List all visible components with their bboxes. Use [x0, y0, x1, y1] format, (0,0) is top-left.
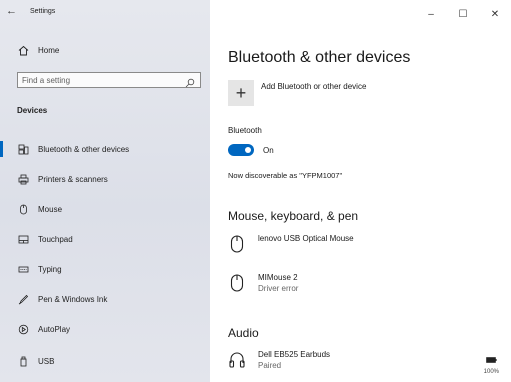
sidebar-item-label: USB: [38, 356, 55, 366]
sidebar-item-label: Touchpad: [38, 234, 73, 244]
bluetooth-state: On: [263, 146, 274, 155]
pen-icon: [17, 293, 29, 305]
search-box[interactable]: [17, 72, 201, 88]
back-arrow-icon[interactable]: ←: [6, 5, 17, 17]
device-item[interactable]: MIMouse 2 Driver error: [228, 273, 298, 293]
group-title-audio: Audio: [228, 326, 259, 340]
device-status: Paired: [258, 361, 282, 370]
sidebar-item-label: Bluetooth & other devices: [38, 144, 130, 154]
autoplay-icon: [17, 323, 29, 335]
bluetooth-toggle[interactable]: [228, 144, 254, 156]
battery-indicator: 100%: [484, 350, 499, 375]
home-icon: [17, 44, 29, 56]
app-title: Settings: [30, 8, 56, 15]
sidebar-item-mouse[interactable]: Mouse: [0, 198, 210, 220]
section-title-devices: Devices: [17, 106, 48, 115]
titlebar: ← Settings: [0, 0, 210, 28]
sidebar-item-printers[interactable]: Printers & scanners: [0, 168, 210, 190]
sidebar-item-touchpad[interactable]: Touchpad: [0, 228, 210, 250]
sidebar-item-bluetooth[interactable]: Bluetooth & other devices: [0, 138, 210, 160]
add-device-label: Add Bluetooth or other device: [261, 82, 367, 91]
sidebar-item-label: Pen & Windows Ink: [38, 294, 108, 304]
printer-icon: [17, 173, 29, 185]
sidebar-item-label: Printers & scanners: [38, 174, 108, 184]
sidebar-item-usb[interactable]: USB: [0, 350, 210, 372]
search-icon[interactable]: [185, 75, 195, 88]
search-input[interactable]: [22, 74, 182, 86]
device-item[interactable]: Dell EB525 Earbuds Paired: [228, 350, 330, 370]
sidebar-item-typing[interactable]: Typing: [0, 258, 210, 280]
home-label: Home: [38, 45, 60, 55]
mouse-icon: [228, 234, 246, 254]
add-device-button[interactable]: + Add Bluetooth or other device: [228, 80, 366, 106]
touchpad-icon: [17, 233, 29, 245]
device-name: Dell EB525 Earbuds: [258, 350, 331, 359]
page-title: Bluetooth & other devices: [228, 48, 411, 66]
bluetooth-label: Bluetooth: [228, 126, 262, 135]
home-nav[interactable]: Home: [17, 42, 59, 58]
sidebar-item-autoplay[interactable]: AutoPlay: [0, 318, 210, 340]
headphones-icon: [228, 350, 246, 370]
battery-icon: [486, 357, 497, 363]
mouse-icon: [228, 273, 246, 293]
main-content: Bluetooth & other devices + Add Bluetoot…: [228, 0, 511, 382]
discoverable-text: Now discoverable as "YFPM1007": [228, 171, 343, 180]
group-title-input-devices: Mouse, keyboard, & pen: [228, 209, 359, 223]
device-item[interactable]: lenovo USB Optical Mouse: [228, 234, 354, 254]
keyboard-icon: [17, 263, 29, 275]
device-status: Driver error: [258, 284, 299, 293]
plus-icon: +: [228, 80, 254, 106]
battery-percent: 100%: [483, 369, 499, 375]
usb-icon: [17, 355, 29, 367]
sidebar-item-label: AutoPlay: [38, 324, 71, 334]
sidebar-item-label: Typing: [38, 264, 62, 274]
device-name: lenovo USB Optical Mouse: [258, 234, 354, 243]
device-name: MIMouse 2: [258, 273, 298, 282]
sidebar-item-label: Mouse: [38, 204, 63, 214]
sidebar-item-pen[interactable]: Pen & Windows Ink: [0, 288, 210, 310]
mouse-icon: [17, 203, 29, 215]
sidebar: ← Settings Home Devices Bluetooth & othe…: [0, 0, 210, 382]
bluetooth-devices-icon: [17, 143, 29, 155]
